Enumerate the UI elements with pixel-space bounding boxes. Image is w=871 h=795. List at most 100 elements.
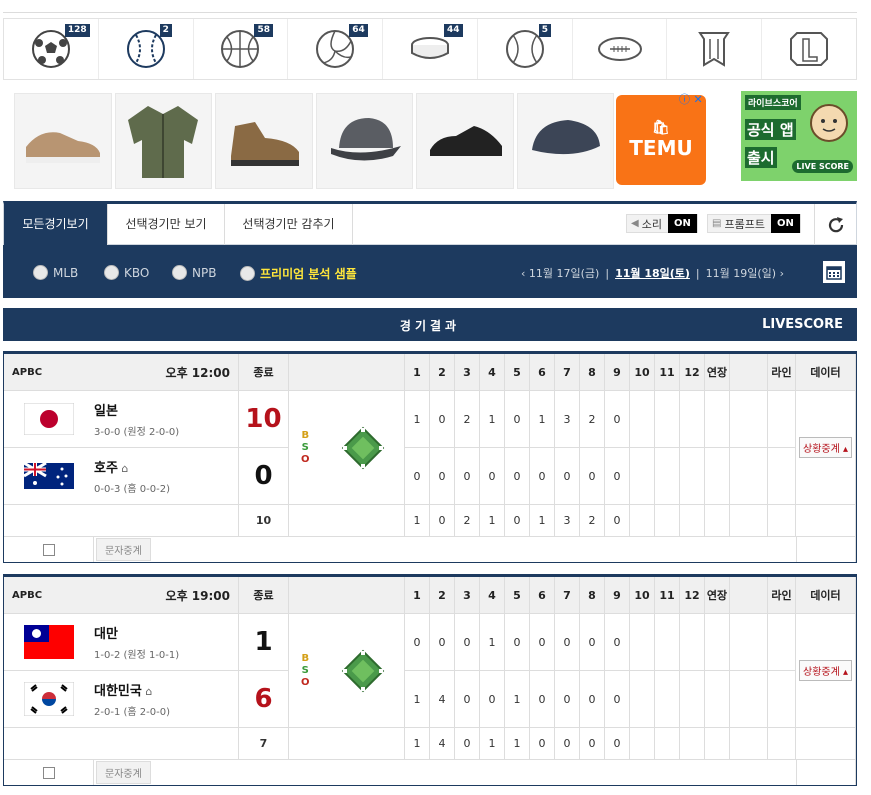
tab-all-games[interactable]: 모든경기보기	[4, 204, 108, 245]
banner-bottom-text: 출시	[745, 147, 777, 168]
total-inning-cell: 0	[555, 728, 580, 760]
inning-label: 11	[659, 365, 675, 379]
inning-cell	[630, 614, 655, 671]
inning-label: 8	[588, 365, 596, 379]
sport-league[interactable]	[762, 19, 856, 79]
total-label-cell	[4, 505, 239, 537]
calendar-button[interactable]	[823, 261, 845, 283]
text-relay-button[interactable]: 문자중계	[96, 538, 151, 561]
inning-cell	[680, 448, 705, 505]
total-line	[768, 505, 796, 537]
tab-selected-only[interactable]: 선택경기만 보기	[108, 204, 225, 245]
live-relay-button[interactable]: 상황중계 ▴	[799, 437, 852, 458]
prompt-toggle[interactable]: ▤ 프롬프트 ON	[707, 214, 801, 233]
total-data	[796, 505, 856, 537]
temu-mark: 🛍	[652, 120, 670, 136]
total-inning-cell: 2	[580, 505, 605, 537]
inning-cell: 0	[505, 614, 530, 671]
ad-boots[interactable]	[215, 93, 313, 189]
ad-cap[interactable]	[315, 93, 413, 189]
sound-toggle[interactable]: ◀ 소리 ON	[626, 214, 698, 233]
select-cell	[4, 760, 94, 785]
filter-premium[interactable]: 프리미엄 분석 샘플	[240, 265, 357, 282]
inning-label: 1	[413, 588, 421, 602]
team-row-away[interactable]: 대만 1-0-2 (원정 1-0-1)	[4, 614, 239, 671]
total-score-cell: 10	[239, 505, 289, 537]
total-label-cell	[4, 728, 239, 760]
inning-total: 0	[613, 737, 621, 750]
team-name[interactable]: 일본	[94, 404, 118, 419]
team-name[interactable]: 대한민국	[94, 684, 142, 699]
inning-label: 5	[513, 588, 521, 602]
refresh-icon	[828, 216, 843, 232]
inning-cell: 0	[480, 671, 505, 728]
date-nav: ‹ 11월 17일(금) | 11월 18일(토) | 11월 19일(일) ›	[521, 265, 784, 281]
sport-tennis[interactable]: 5	[478, 19, 573, 79]
team-name[interactable]: 대만	[94, 627, 118, 642]
sport-lol[interactable]	[667, 19, 763, 79]
extra-header: 연장	[705, 577, 730, 614]
team-record: 2-0-1 (홈 2-0-0)	[94, 707, 170, 718]
inning-cell: 0	[455, 671, 480, 728]
team-row-home[interactable]: 호주 ⌂ 0-0-3 (홈 0-0-2)	[4, 448, 239, 505]
ad-strip[interactable]	[14, 93, 614, 189]
inning-total: 1	[413, 514, 421, 527]
total-inning-cell: 4	[430, 728, 455, 760]
text-relay-button[interactable]: 문자중계	[96, 761, 151, 784]
count-badge: 5	[538, 24, 552, 37]
inning-total: 1	[488, 514, 496, 527]
inning-cell: 0	[555, 448, 580, 505]
sport-hockey[interactable]: 44	[383, 19, 478, 79]
temu-ad[interactable]: 🛍 TEMU	[616, 95, 706, 185]
ad-beret[interactable]	[516, 93, 614, 189]
current-date[interactable]: 11월 18일(토)	[615, 265, 690, 281]
team-row-home[interactable]: 대한민국 ⌂ 2-0-1 (홈 2-0-0)	[4, 671, 239, 728]
team-row-away[interactable]: 일본 3-0-0 (원정 2-0-0)	[4, 391, 239, 448]
inning-score: 3	[563, 412, 571, 426]
filter-label: NPB	[192, 265, 217, 280]
ad-shoes-1[interactable]	[14, 93, 112, 189]
radio-icon	[172, 265, 187, 280]
total-inning-cell	[680, 728, 705, 760]
ad-close-icon[interactable]: ⓘ ✕	[679, 91, 703, 107]
radio-icon	[240, 266, 255, 281]
out-label: O	[301, 676, 310, 688]
sport-soccer[interactable]: 128	[4, 19, 99, 79]
banner-mid-text: 공식 앱	[745, 119, 796, 140]
next-date-link[interactable]: 11월 19일(일) ›	[706, 265, 784, 281]
inning-cell: 0	[580, 671, 605, 728]
sport-volleyball[interactable]: 64	[288, 19, 384, 79]
ad-dress-shoes[interactable]	[416, 93, 514, 189]
prev-date-link[interactable]: ‹ 11월 17일(금)	[521, 265, 599, 281]
inning-label: 10	[634, 365, 650, 379]
inning-total: 2	[588, 514, 596, 527]
filter-mlb[interactable]: MLB	[33, 265, 78, 280]
extra-cell	[705, 391, 730, 448]
inning-total: 3	[563, 514, 571, 527]
ad-jacket[interactable]	[114, 93, 212, 189]
select-game-checkbox[interactable]	[42, 766, 55, 779]
sport-football[interactable]	[573, 19, 668, 79]
live-relay-button[interactable]: 상황중계 ▴	[799, 660, 852, 681]
filter-kbo[interactable]: KBO	[104, 265, 149, 280]
count-badge: 44	[444, 24, 463, 37]
sport-baseball[interactable]: 2	[99, 19, 194, 79]
line-cell	[768, 391, 796, 448]
inning-cell: 0	[555, 614, 580, 671]
team-score: 10	[245, 404, 282, 434]
sport-basketball[interactable]: 58	[194, 19, 289, 79]
team-record: 0-0-3 (홈 0-0-2)	[94, 484, 170, 495]
inning-score: 0	[538, 692, 546, 706]
tab-hide-selected[interactable]: 선택경기만 감추기	[225, 204, 353, 245]
inning-cell	[630, 391, 655, 448]
total-score: 10	[255, 514, 272, 527]
select-game-checkbox[interactable]	[42, 543, 55, 556]
team-name[interactable]: 호주	[94, 461, 118, 476]
inning-cell: 3	[555, 391, 580, 448]
refresh-button[interactable]	[814, 204, 856, 245]
filter-npb[interactable]: NPB	[172, 265, 216, 280]
livescore-app-banner[interactable]: 라이브스코어 공식 앱 출시 LIVE SCORE	[741, 91, 857, 181]
inning-cell: 1	[405, 671, 430, 728]
inning-cell: 0	[605, 391, 630, 448]
inning-label: 4	[488, 588, 496, 602]
